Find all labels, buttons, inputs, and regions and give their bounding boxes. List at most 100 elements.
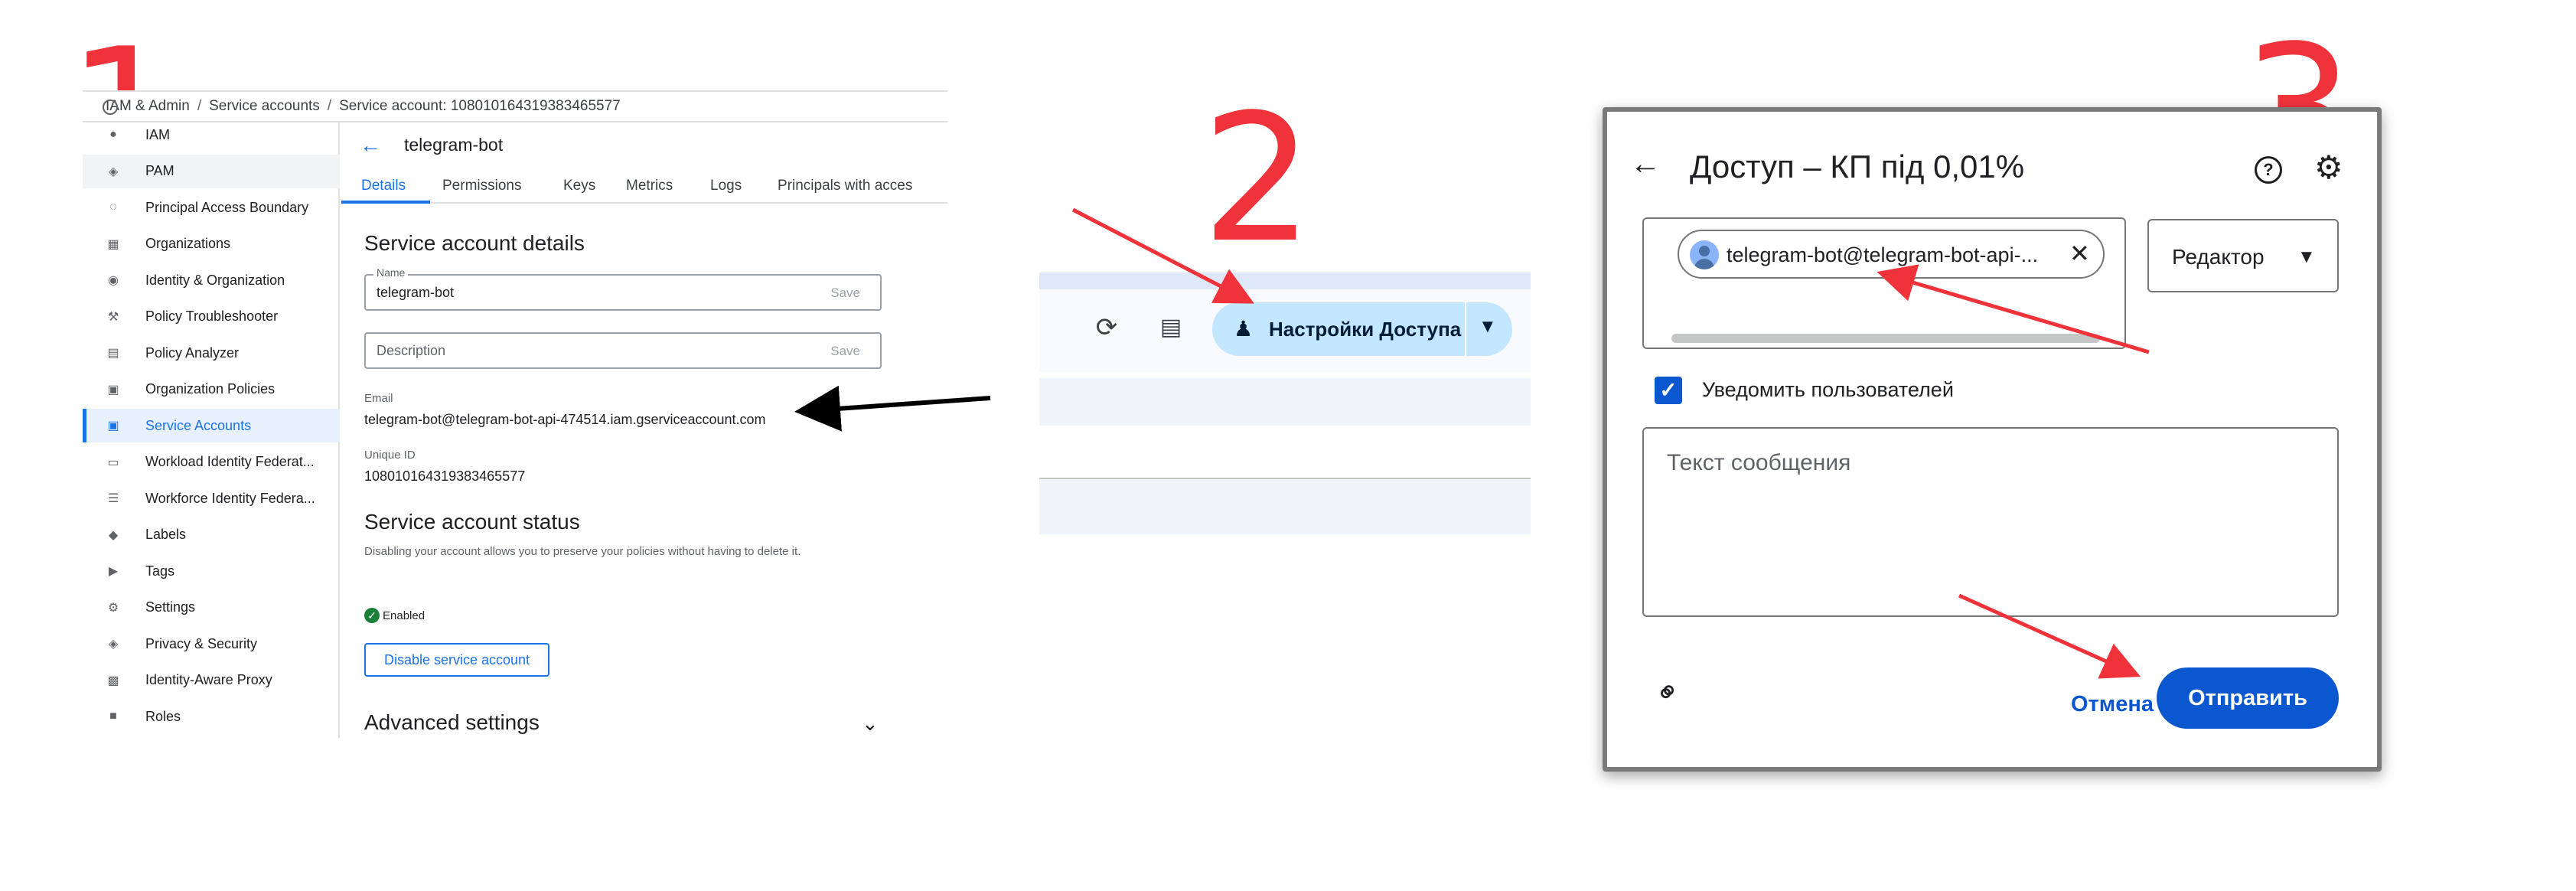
shield-icon: ◈ — [108, 165, 119, 178]
sidebar-item-pam[interactable]: ◈ PAM — [83, 154, 340, 188]
message-textarea[interactable]: Текст сообщения — [1642, 427, 2339, 617]
description-placeholder: Description — [377, 343, 446, 358]
sidebar-item-labels[interactable]: ◆ Labels — [83, 518, 340, 552]
description-save-button[interactable]: Save — [830, 344, 860, 359]
email-value: telegram-bot@telegram-bot-api-474514.iam… — [364, 412, 766, 427]
person-chip-email: telegram-bot@telegram-bot-api-... — [1727, 243, 2039, 266]
sidebar-item-label: Roles — [145, 708, 181, 724]
comment-icon[interactable]: ▤ — [1156, 312, 1186, 343]
sidebar-item-label: IAM — [145, 126, 171, 142]
role-dropdown-value: Редактор — [2172, 245, 2265, 269]
sidebar-item-settings[interactable]: ⚙ Settings — [83, 591, 340, 625]
tab-principals[interactable]: Principals with acces — [778, 178, 912, 194]
sidebar-item-identity-organization[interactable]: ◉ Identity & Organization — [83, 263, 340, 297]
title-row: ← telegram-bot — [341, 122, 947, 167]
tab-logs[interactable]: Logs — [710, 178, 742, 194]
back-arrow-icon[interactable]: ← — [1630, 148, 1661, 179]
sidebar-item-principal-access-boundary[interactable]: ◌ Principal Access Boundary — [83, 191, 340, 224]
boundary-icon: ◌ — [109, 201, 117, 214]
help-icon[interactable]: ? — [2255, 156, 2282, 184]
people-input[interactable]: telegram-bot@telegram-bot-api-... ✕ — [1642, 217, 2126, 349]
unique-id-value: 108010164319383465577 — [364, 468, 526, 484]
advanced-settings-heading[interactable]: Advanced settings — [364, 710, 540, 735]
sidebar-item-label: Labels — [145, 527, 187, 542]
tabs: Details Permissions Keys Metrics Logs Pr… — [341, 167, 947, 204]
top-strip — [1039, 273, 1531, 289]
sidebar-item-label: Identity & Organization — [145, 272, 285, 288]
share-dialog: ← Доступ – КП під 0,01% ? ⚙ telegram-bot… — [1603, 107, 2382, 772]
description-field[interactable]: Description Save — [364, 332, 882, 369]
roles-icon: ■ — [109, 710, 117, 723]
policy-list-icon: ▣ — [107, 383, 119, 397]
status-note: Disabling your account allows you to pre… — [364, 545, 801, 558]
avatar — [1690, 240, 1719, 269]
tag-icon: ▶ — [108, 565, 119, 578]
sidebar-item-label: Service Accounts — [145, 417, 252, 433]
page-title: telegram-bot — [404, 135, 504, 155]
gear-icon[interactable]: ⚙ — [2314, 152, 2343, 184]
send-button[interactable]: Отправить — [2157, 667, 2339, 729]
sidebar-item-roles[interactable]: ■ Roles — [83, 700, 340, 733]
person-chip[interactable]: telegram-bot@telegram-bot-api-... ✕ — [1678, 230, 2105, 279]
sidebar-item-tags[interactable]: ▶ Tags — [83, 554, 340, 588]
dialog-title: Доступ – КП під 0,01% — [1690, 148, 2025, 184]
name-save-button[interactable]: Save — [830, 286, 860, 301]
tab-keys[interactable]: Keys — [563, 178, 595, 194]
docs-toolbar-panel: ⟳ ▤ ♟ Настройки Доступа ▼ — [1039, 273, 1531, 534]
gcp-service-account-panel: IAM & Admin / Service accounts / Service acc… — [83, 90, 947, 738]
sidebar-item-service-accounts[interactable]: ▣ Service Accounts — [83, 409, 340, 442]
sidebar-item-identity-aware-proxy[interactable]: ▩ Identity-Aware Proxy — [83, 664, 340, 697]
iam-icon — [103, 100, 118, 115]
chevron-down-icon[interactable]: ⌄ — [862, 712, 879, 736]
horizontal-scrollbar[interactable] — [1671, 334, 2100, 343]
sidebar-item-policy-troubleshooter[interactable]: ⚒ Policy Troubleshooter — [83, 300, 340, 334]
sidebar-item-label: Policy Analyzer — [145, 344, 240, 361]
sidebar-item-policy-analyzer[interactable]: ▤ Policy Analyzer — [83, 336, 340, 370]
notify-label[interactable]: Уведомить пользователей — [1702, 378, 1954, 402]
status-heading: Service account status — [364, 510, 580, 534]
sidebar-item-privacy-security[interactable]: ◈ Privacy & Security — [83, 627, 340, 661]
breadcrumb-current: Service account: 108010164319383465577 — [339, 98, 621, 114]
close-icon[interactable]: ✕ — [2069, 239, 2090, 268]
sidebar-item-label: Identity-Aware Proxy — [145, 672, 272, 687]
disable-service-account-button[interactable]: Disable service account — [364, 643, 549, 677]
main-content: ← telegram-bot Details Permissions Keys … — [341, 122, 947, 738]
policy-analyzer-icon: ▤ — [107, 347, 119, 360]
sidebar-item-workload-identity-federat[interactable]: ▭ Workload Identity Federat... — [83, 445, 340, 479]
tab-metrics[interactable]: Metrics — [626, 178, 673, 194]
share-button[interactable]: ♟ Настройки Доступа ▼ — [1212, 302, 1512, 356]
ruler-area — [1039, 479, 1531, 534]
role-dropdown[interactable]: Редактор ▼ — [2147, 219, 2339, 292]
sidebar-item-label: Tags — [145, 563, 175, 579]
sidebar-item-label: Organization Policies — [145, 381, 276, 397]
check-circle-icon: ✓ — [364, 608, 380, 623]
caret-down-icon[interactable]: ▼ — [1479, 316, 1497, 338]
sidebar-item-label: Policy Troubleshooter — [145, 308, 279, 324]
breadcrumb-service-accounts[interactable]: Service accounts — [209, 98, 320, 114]
tab-details[interactable]: Details — [361, 178, 406, 194]
breadcrumb-iam-admin[interactable]: IAM & Admin — [106, 98, 190, 114]
sidebar-item-organizations[interactable]: ▦ Organizations — [83, 227, 340, 261]
unique-id-label: Unique ID — [364, 449, 416, 462]
wrench-icon: ⚒ — [107, 310, 119, 324]
link-icon[interactable]: ⚭ — [1648, 673, 1688, 713]
notify-checkbox[interactable]: ✓ — [1655, 377, 1682, 404]
sidebar-item-label: Workload Identity Federat... — [145, 454, 315, 469]
badge-icon: ▭ — [107, 455, 119, 469]
history-icon[interactable]: ⟳ — [1091, 312, 1122, 343]
sidebar-item-iam[interactable]: ● IAM — [83, 118, 340, 152]
security-shield-icon: ◈ — [108, 638, 119, 651]
service-account-icon: ▣ — [107, 419, 119, 432]
step-number-2: 2 — [1202, 77, 1314, 282]
status-value: Enabled — [383, 609, 426, 622]
sidebar-item-workforce-identity-federa[interactable]: ☰ Workforce Identity Federa... — [83, 481, 340, 515]
back-arrow-icon[interactable]: ← — [360, 133, 381, 158]
sidebar-item-label: Organizations — [145, 236, 231, 251]
sidebar-item-organization-policies[interactable]: ▣ Organization Policies — [83, 373, 340, 406]
organizations-icon: ▦ — [107, 237, 119, 251]
email-label: Email — [364, 392, 393, 405]
sidebar-item-label: Settings — [145, 599, 196, 615]
name-field[interactable]: Name telegram-bot Save — [364, 266, 882, 311]
tab-permissions[interactable]: Permissions — [442, 178, 521, 194]
sidebar-item-label: Workforce Identity Federa... — [145, 490, 315, 506]
